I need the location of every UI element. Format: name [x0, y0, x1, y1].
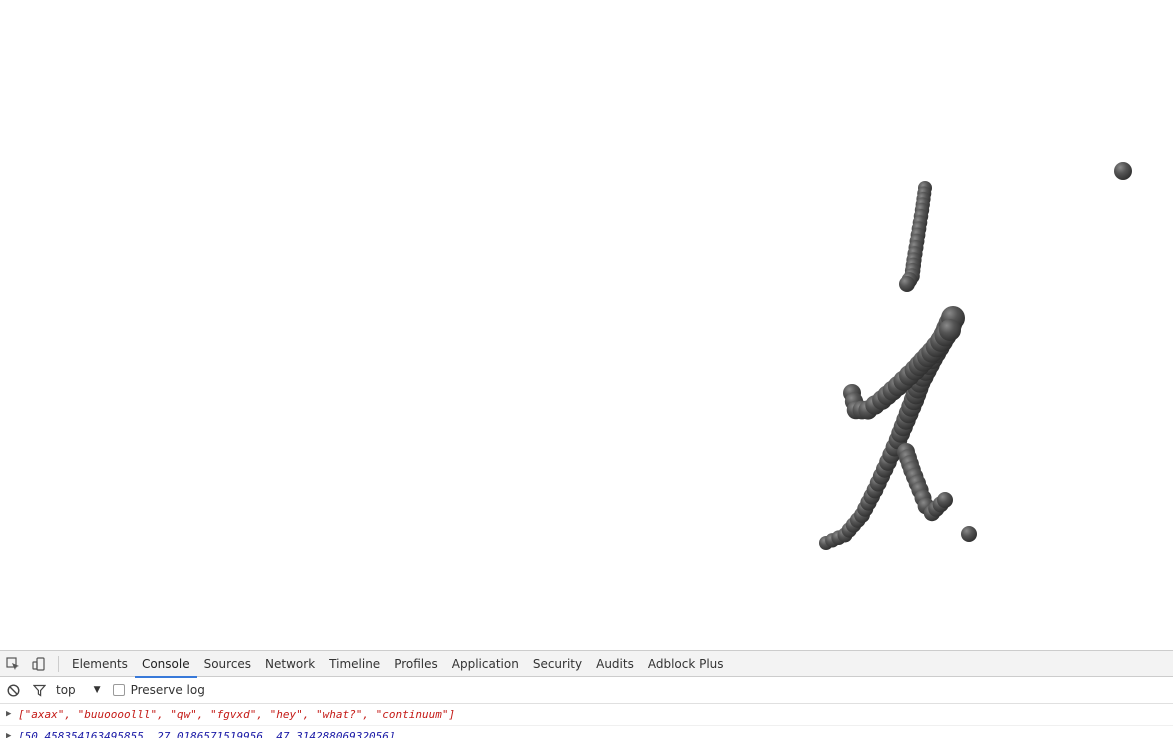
device-toolbar-icon[interactable] — [26, 650, 52, 677]
tab-elements[interactable]: Elements — [65, 651, 135, 677]
console-message[interactable]: ▶ [50.458354163495855, 27.0186571519956, … — [0, 726, 1173, 738]
devtools-tabbar: Elements Console Sources Network Timeline Pro… — [0, 650, 1173, 678]
preserve-log-checkbox[interactable] — [112, 684, 125, 696]
console-message-text: [50.458354163495855, 27.0186571519956, 4… — [18, 730, 396, 738]
preserve-log-label: Preserve log — [130, 683, 205, 697]
tab-sources[interactable]: Sources — [197, 651, 258, 677]
tab-audits[interactable]: Audits — [589, 651, 641, 677]
sphere — [961, 526, 977, 542]
webgl-canvas[interactable] — [0, 0, 1173, 650]
context-selector[interactable]: top — [56, 683, 76, 697]
sphere — [899, 276, 915, 292]
tab-network[interactable]: Network — [258, 651, 322, 677]
inspect-element-icon[interactable] — [0, 650, 26, 677]
sphere — [1114, 162, 1132, 180]
tab-application[interactable]: Application — [445, 651, 526, 677]
dropdown-arrow-icon[interactable]: ▼ — [94, 685, 101, 695]
expand-triangle-icon[interactable]: ▶ — [6, 704, 11, 725]
tab-security[interactable]: Security — [526, 651, 589, 677]
tab-console[interactable]: Console — [134, 651, 197, 678]
tab-profiles[interactable]: Profiles — [387, 651, 445, 677]
tab-timeline[interactable]: Timeline — [322, 651, 387, 677]
sphere — [937, 492, 953, 508]
console-message[interactable]: ▶ ["axax", "buuoooolll", "qw", "fgvxd", "… — [0, 704, 1173, 726]
toolbar-divider — [58, 655, 59, 672]
console-filterbar: top ▼ Preserve log — [0, 677, 1173, 704]
devtools-tabs: Elements Console Sources Network Timeline Pro… — [65, 651, 731, 678]
console-message-text: ["axax", "buuoooolll", "qw", "fgvxd", "h… — [18, 708, 456, 721]
tab-adblock-plus[interactable]: Adblock Plus — [641, 651, 731, 677]
clear-console-icon[interactable] — [0, 677, 26, 703]
expand-triangle-icon[interactable]: ▶ — [6, 726, 11, 738]
filter-icon[interactable] — [26, 677, 52, 703]
console-log[interactable]: ▶ ["axax", "buuoooolll", "qw", "fgvxd", "… — [0, 704, 1173, 738]
sphere-scene — [819, 162, 1132, 550]
sphere — [939, 319, 961, 341]
devtools-panel: Elements Console Sources Network Timeline Pro… — [0, 650, 1173, 738]
